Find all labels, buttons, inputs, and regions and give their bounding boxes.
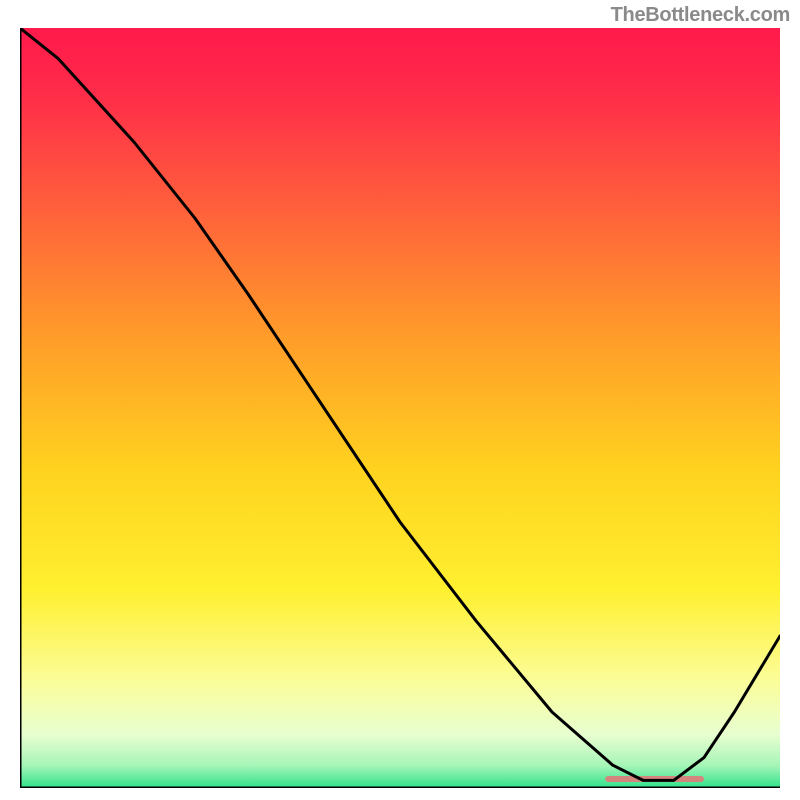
plot-area (20, 28, 780, 788)
attribution-text: TheBottleneck.com (611, 4, 790, 27)
chart-container: TheBottleneck.com (0, 0, 800, 800)
bottleneck-chart (20, 28, 780, 788)
